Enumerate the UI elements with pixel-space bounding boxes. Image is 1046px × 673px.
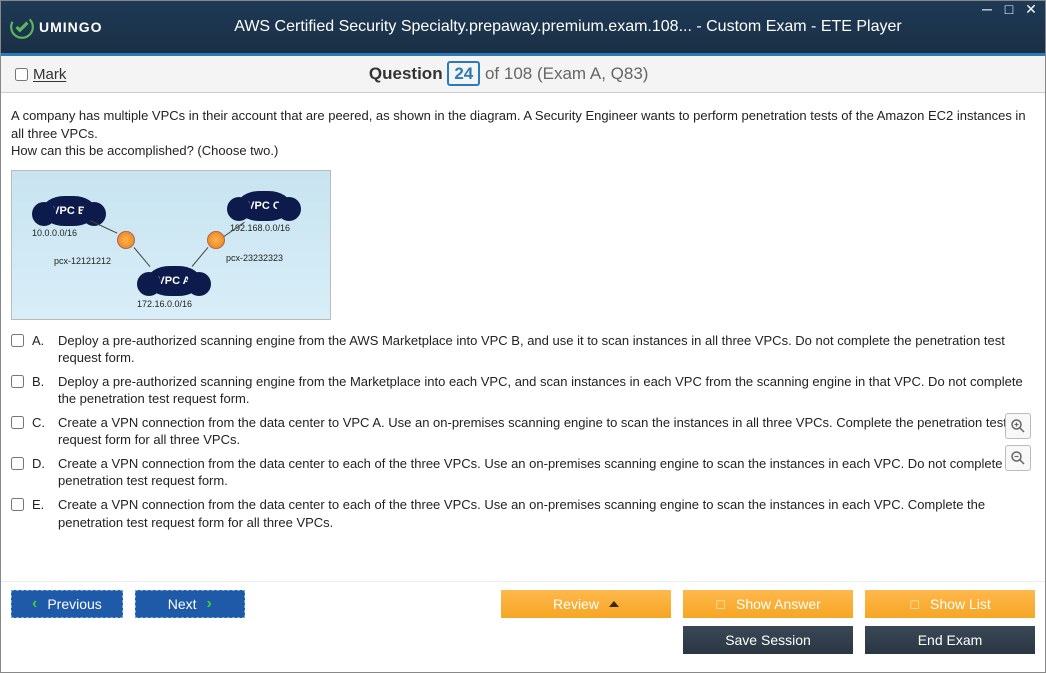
option-text: Create a VPN connection from the data ce… bbox=[58, 496, 1035, 531]
review-label: Review bbox=[553, 596, 599, 612]
square-icon: ◻ bbox=[715, 596, 726, 612]
router-icon bbox=[207, 231, 225, 249]
end-exam-button[interactable]: End Exam bbox=[865, 626, 1035, 654]
review-button[interactable]: Review bbox=[501, 590, 671, 618]
option-c[interactable]: C. Create a VPN connection from the data… bbox=[11, 414, 1035, 449]
option-e-checkbox[interactable] bbox=[11, 498, 24, 511]
question-number: 24 bbox=[447, 61, 480, 86]
triangle-up-icon bbox=[609, 601, 619, 607]
previous-button[interactable]: ‹ Previous bbox=[11, 590, 123, 618]
vpc-a-cloud: VPC A bbox=[147, 266, 201, 296]
logo: UMINGO bbox=[9, 14, 189, 40]
show-list-button[interactable]: ◻ Show List bbox=[865, 590, 1035, 618]
close-button[interactable]: ✕ bbox=[1023, 3, 1039, 17]
pcx2-label: pcx-23232323 bbox=[226, 253, 283, 263]
question-of: of 108 (Exam A, Q83) bbox=[485, 64, 648, 83]
question-label: Question bbox=[369, 64, 443, 83]
option-letter: A. bbox=[32, 332, 50, 350]
option-d[interactable]: D. Create a VPN connection from the data… bbox=[11, 455, 1035, 490]
option-letter: B. bbox=[32, 373, 50, 391]
question-text: A company has multiple VPCs in their acc… bbox=[11, 107, 1035, 160]
option-text: Create a VPN connection from the data ce… bbox=[58, 414, 1035, 449]
maximize-button[interactable]: □ bbox=[1001, 3, 1017, 17]
previous-label: Previous bbox=[47, 596, 101, 612]
mark-checkbox-input[interactable] bbox=[15, 68, 28, 81]
show-list-label: Show List bbox=[930, 596, 991, 612]
zoom-out-button[interactable] bbox=[1005, 445, 1031, 471]
pcx1-label: pcx-12121212 bbox=[54, 256, 111, 266]
option-letter: E. bbox=[32, 496, 50, 514]
vpc-diagram: VPC B 10.0.0.0/16 VPC C 192.168.0.0/16 V… bbox=[11, 170, 331, 320]
window-title: AWS Certified Security Specialty.prepawa… bbox=[189, 18, 1037, 36]
end-exam-label: End Exam bbox=[918, 632, 983, 648]
logo-text: UMINGO bbox=[39, 19, 103, 35]
option-c-checkbox[interactable] bbox=[11, 416, 24, 429]
option-a[interactable]: A. Deploy a pre-authorized scanning engi… bbox=[11, 332, 1035, 367]
option-letter: C. bbox=[32, 414, 50, 432]
minimize-button[interactable]: ─ bbox=[979, 3, 995, 17]
option-text: Deploy a pre-authorized scanning engine … bbox=[58, 332, 1035, 367]
zoom-in-button[interactable] bbox=[1005, 413, 1031, 439]
save-session-button[interactable]: Save Session bbox=[683, 626, 853, 654]
vpc-b-cidr: 10.0.0.0/16 bbox=[32, 228, 77, 238]
question-line1: A company has multiple VPCs in their acc… bbox=[11, 108, 1026, 141]
question-line2: How can this be accomplished? (Choose tw… bbox=[11, 143, 278, 158]
vpc-b-cloud: VPC B bbox=[42, 196, 96, 226]
mark-label-text: Mark bbox=[33, 66, 66, 83]
next-button[interactable]: Next › bbox=[135, 590, 245, 618]
option-b-checkbox[interactable] bbox=[11, 375, 24, 388]
content-area: A company has multiple VPCs in their acc… bbox=[1, 93, 1045, 581]
show-answer-button[interactable]: ◻ Show Answer bbox=[683, 590, 853, 618]
show-answer-label: Show Answer bbox=[736, 596, 821, 612]
zoom-out-icon bbox=[1010, 450, 1026, 466]
option-letter: D. bbox=[32, 455, 50, 473]
router-icon bbox=[117, 231, 135, 249]
titlebar: UMINGO AWS Certified Security Specialty.… bbox=[1, 1, 1045, 53]
option-text: Create a VPN connection from the data ce… bbox=[58, 455, 1035, 490]
mark-checkbox[interactable]: Mark bbox=[15, 66, 66, 83]
option-d-checkbox[interactable] bbox=[11, 457, 24, 470]
zoom-in-icon bbox=[1010, 418, 1026, 434]
option-b[interactable]: B. Deploy a pre-authorized scanning engi… bbox=[11, 373, 1035, 408]
option-text: Deploy a pre-authorized scanning engine … bbox=[58, 373, 1035, 408]
vpc-a-cidr: 172.16.0.0/16 bbox=[137, 299, 192, 309]
footer: ‹ Previous Next › Review ◻ Show Answer ◻… bbox=[1, 581, 1045, 672]
option-a-checkbox[interactable] bbox=[11, 334, 24, 347]
save-session-label: Save Session bbox=[725, 632, 811, 648]
option-e[interactable]: E. Create a VPN connection from the data… bbox=[11, 496, 1035, 531]
chevron-left-icon: ‹ bbox=[32, 595, 37, 613]
question-indicator: Question 24 of 108 (Exam A, Q83) bbox=[66, 64, 951, 84]
next-label: Next bbox=[168, 596, 197, 612]
logo-check-icon bbox=[9, 14, 35, 40]
vpc-c-cloud: VPC C bbox=[237, 191, 291, 221]
square-icon: ◻ bbox=[909, 596, 920, 612]
question-bar: Mark Question 24 of 108 (Exam A, Q83) bbox=[1, 56, 1045, 93]
chevron-right-icon: › bbox=[207, 595, 212, 613]
options-list: A. Deploy a pre-authorized scanning engi… bbox=[11, 332, 1035, 531]
